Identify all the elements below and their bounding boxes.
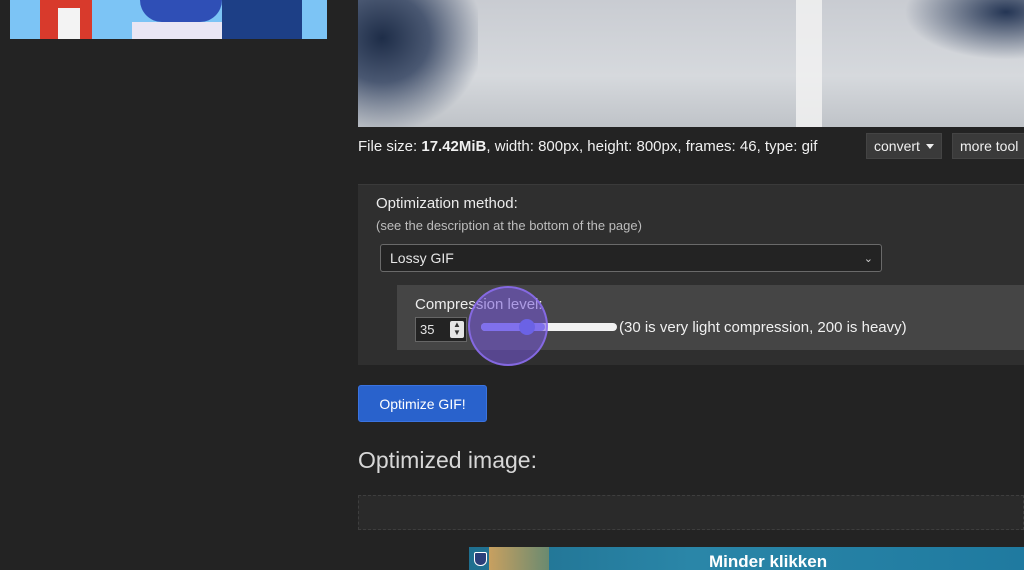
- ad-text: Minder klikken: [709, 552, 828, 570]
- compression-hint: (30 is very light compression, 200 is he…: [619, 319, 907, 336]
- preview-blur: [358, 0, 478, 127]
- caret-down-icon: [925, 143, 934, 149]
- more-tools-label: more tool: [960, 138, 1019, 154]
- preview-blur: [904, 0, 1024, 60]
- optimize-gif-button[interactable]: Optimize GIF!: [358, 385, 487, 422]
- optimized-image-heading: Optimized image:: [358, 447, 537, 473]
- optimization-method-select[interactable]: Lossy GIF ⌄: [380, 244, 882, 272]
- thumbnail-shape: [58, 8, 80, 39]
- thumbnail-shape: [140, 0, 222, 22]
- file-size: 17.42MiB: [421, 137, 487, 155]
- selected-method: Lossy GIF: [390, 250, 454, 266]
- ad-image: [489, 547, 549, 570]
- thumbnail-shape: [132, 22, 222, 39]
- optimized-image-placeholder: [358, 495, 1024, 530]
- click-indicator: [468, 286, 548, 366]
- compression-level-input[interactable]: 35 ▲ ▼: [415, 317, 467, 342]
- file-info-details: , width: 800px, height: 800px, frames: 4…: [486, 137, 818, 155]
- file-info: File size: 17.42MiB , width: 800px, heig…: [358, 133, 817, 159]
- compression-value: 35: [420, 322, 435, 337]
- shield-icon: [474, 552, 487, 566]
- convert-label: convert: [874, 138, 920, 154]
- spinner-icon[interactable]: ▲ ▼: [450, 321, 464, 338]
- ad-banner[interactable]: Minder klikken: [469, 547, 1024, 570]
- source-thumbnail[interactable]: [10, 0, 327, 39]
- preview-road-stripe: [796, 0, 822, 127]
- file-info-prefix: File size:: [358, 137, 422, 155]
- more-tools-button[interactable]: more tool: [952, 133, 1024, 159]
- chevron-down-icon: ⌄: [863, 253, 873, 265]
- optimization-panel: Optimization method: (see the descriptio…: [358, 184, 1024, 365]
- gif-preview: [358, 0, 1024, 127]
- convert-button[interactable]: convert: [866, 133, 942, 159]
- optimization-hint: (see the description at the bottom of th…: [376, 218, 642, 233]
- thumbnail-shape: [222, 0, 302, 39]
- optimization-label: Optimization method:: [376, 195, 518, 212]
